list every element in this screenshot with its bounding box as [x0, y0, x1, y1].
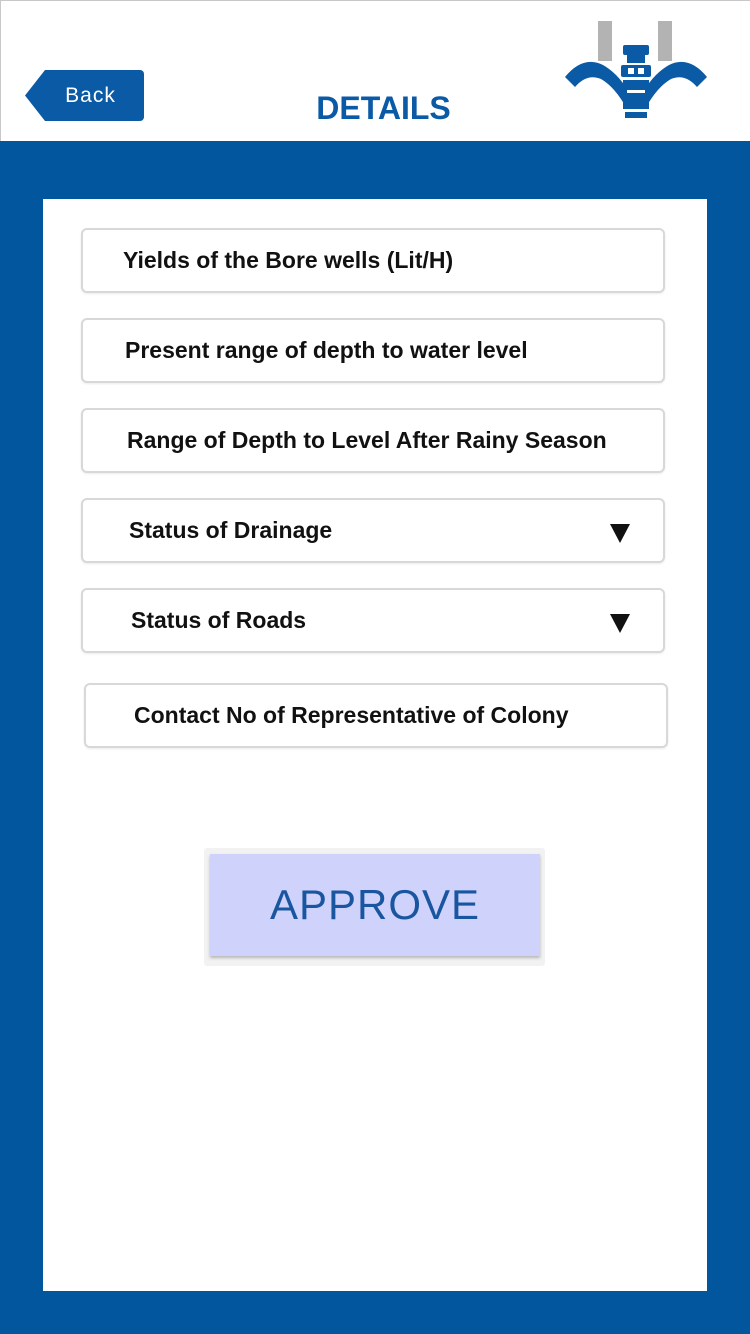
approve-button[interactable]: APPROVE [210, 854, 540, 956]
details-panel: Yields of the Bore wells (Lit/H) Present… [43, 199, 707, 1291]
app-header: Back DETAILS [0, 0, 750, 141]
caret-down-icon [610, 524, 630, 543]
field-label: Contact No of Representative of Colony [134, 702, 569, 728]
field-label: Present range of depth to water level [125, 337, 528, 363]
drainage-status-dropdown[interactable]: Status of Drainage [81, 498, 665, 563]
approve-button-container: APPROVE [204, 848, 545, 966]
present-depth-field[interactable]: Present range of depth to water level [81, 318, 665, 383]
contact-number-field[interactable]: Contact No of Representative of Colony [84, 683, 668, 748]
field-label: Status of Roads [131, 607, 307, 633]
field-label: Yields of the Bore wells (Lit/H) [123, 247, 454, 273]
back-button[interactable]: Back [25, 70, 144, 121]
caret-down-icon [610, 614, 630, 633]
water-tap-logo-icon [565, 21, 707, 118]
page-title: DETAILS [316, 90, 451, 126]
roads-status-dropdown[interactable]: Status of Roads [81, 588, 665, 653]
field-label: Range of Depth to Level After Rainy Seas… [127, 427, 607, 453]
depth-after-rainy-season-field[interactable]: Range of Depth to Level After Rainy Seas… [81, 408, 665, 473]
bore-well-yield-field[interactable]: Yields of the Bore wells (Lit/H) [81, 228, 665, 293]
field-label: Status of Drainage [129, 517, 333, 543]
